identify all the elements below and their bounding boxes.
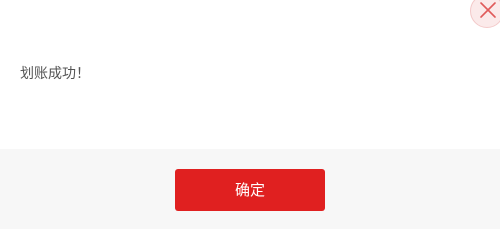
confirm-button[interactable]: 确定: [175, 169, 325, 211]
dialog-message: 划账成功！: [20, 66, 90, 82]
close-button[interactable]: [470, 0, 500, 28]
dialog-footer: 确定: [0, 149, 500, 229]
success-dialog: 划账成功！ 确定: [0, 0, 500, 229]
close-icon: [480, 2, 496, 18]
